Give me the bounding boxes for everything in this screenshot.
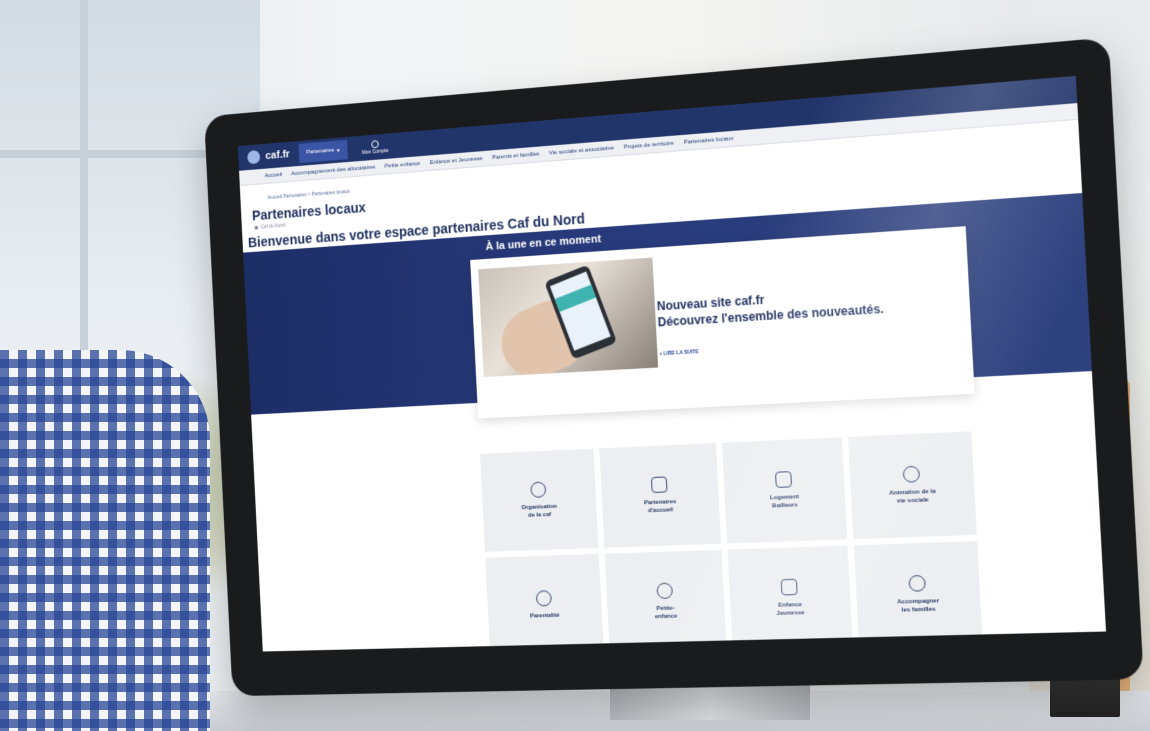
- tile-enfance-jeunesse[interactable]: Enfance Jeunesse: [727, 545, 853, 651]
- caf-logo-icon: [247, 149, 261, 165]
- logo-text: caf.fr: [265, 148, 291, 162]
- location-pin-icon: [254, 225, 259, 230]
- child-icon: [780, 578, 798, 596]
- account-button[interactable]: Mon Compte: [361, 139, 389, 156]
- tile-animation-vie-sociale[interactable]: Animation de la vie sociale: [847, 431, 977, 540]
- partner-button-label: Partenaires: [306, 147, 335, 156]
- nav-item-petite-enfance[interactable]: Petite enfance: [384, 161, 420, 170]
- tile-accompagner-familles[interactable]: Accompagner les familles: [853, 541, 983, 648]
- category-tiles: Organisation de la caf Partenaires d'acc…: [479, 431, 983, 652]
- user-icon: [371, 139, 379, 148]
- monitor-bezel: caf.fr Partenaires ▾ Mon Compte Accueil …: [204, 37, 1144, 697]
- phone-app-bar: [554, 284, 596, 312]
- house-icon: [774, 471, 793, 489]
- account-label: Mon Compte: [361, 147, 389, 156]
- tile-label: Logement Bailleurs: [769, 494, 800, 510]
- monitor-screen: caf.fr Partenaires ▾ Mon Compte Accueil …: [237, 75, 1107, 652]
- tile-partenaires-accueil[interactable]: Partenaires d'accueil: [599, 443, 722, 548]
- person-shirt: [0, 350, 210, 731]
- nav-item-accueil[interactable]: Accueil: [264, 172, 282, 179]
- tile-petite-enfance[interactable]: Petite- enfance: [604, 549, 727, 652]
- tile-label: Organisation de la caf: [521, 503, 558, 519]
- tile-organisation[interactable]: Organisation de la caf: [479, 448, 599, 552]
- nav-item-vie-sociale[interactable]: Vie sociale et associative: [549, 145, 614, 156]
- chevron-down-icon: ▾: [336, 147, 340, 154]
- tile-label: Partenaires d'accueil: [643, 499, 677, 515]
- nav-item-projets-territoire[interactable]: Projets de territoire: [624, 140, 674, 150]
- nav-item-enfance-jeunesse[interactable]: Enfance et Jeunesse: [430, 156, 483, 166]
- tile-label: Animation de la vie sociale: [888, 488, 936, 505]
- caf-logo[interactable]: caf.fr: [247, 148, 290, 165]
- people-icon: [902, 465, 921, 483]
- read-more-link[interactable]: + LIRE LA SUITE: [659, 349, 699, 357]
- partner-menu-button[interactable]: Partenaires ▾: [298, 139, 348, 164]
- handshake-icon: [650, 476, 668, 494]
- nav-item-parents-familles[interactable]: Parents et familles: [492, 151, 540, 161]
- news-image: [478, 257, 659, 378]
- network-icon: [530, 481, 547, 498]
- tile-label: Enfance Jeunesse: [776, 602, 805, 617]
- baby-icon: [656, 582, 674, 600]
- family-icon: [535, 590, 552, 607]
- tile-label: Petite- enfance: [654, 605, 678, 621]
- tile-label: Parentalité: [529, 612, 560, 620]
- families-icon: [908, 574, 927, 592]
- nav-item-accompagnement[interactable]: Accompagnement des allocataires: [291, 164, 375, 176]
- tile-logement[interactable]: Logement Bailleurs: [721, 437, 848, 544]
- tile-parentalite[interactable]: Parentalité: [485, 553, 604, 652]
- tile-label: Accompagner les familles: [897, 598, 940, 614]
- news-card[interactable]: Nouveau site caf.fr Découvrez l'ensemble…: [470, 226, 975, 419]
- nav-item-partenaires-locaux[interactable]: Partenaires locaux: [684, 135, 734, 145]
